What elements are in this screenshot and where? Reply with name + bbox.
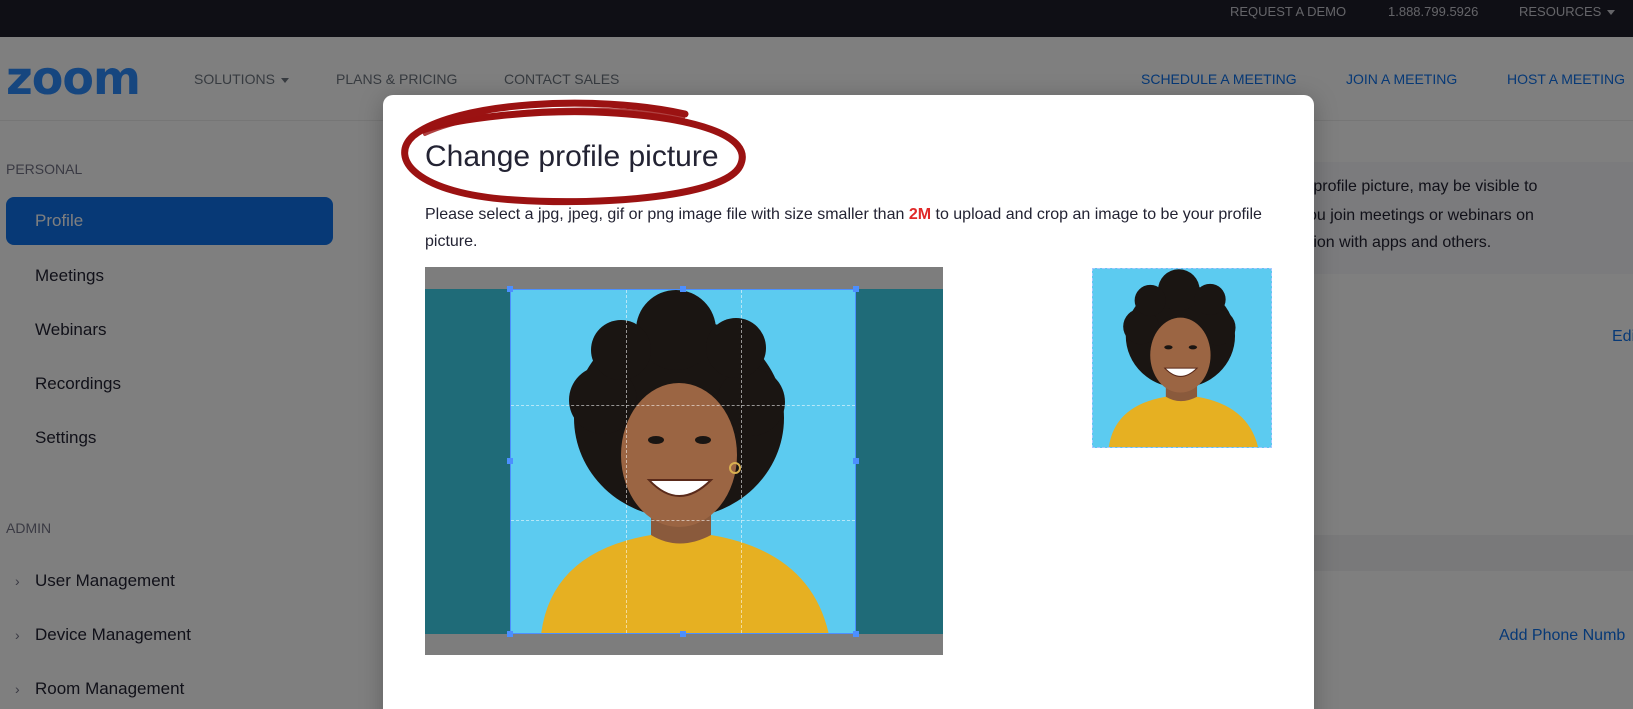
instructions-text: Please select a jpg, jpeg, gif or png im… xyxy=(425,206,909,223)
upload-instructions: Please select a jpg, jpeg, gif or png im… xyxy=(425,201,1285,255)
crop-guide-line xyxy=(626,290,627,633)
crop-guide-line xyxy=(511,405,855,406)
crop-handle-bottom-left[interactable] xyxy=(507,631,513,637)
image-cropper[interactable] xyxy=(425,267,943,655)
portrait-photo xyxy=(511,290,855,633)
crop-handle-bottom[interactable] xyxy=(680,631,686,637)
crop-handle-bottom-right[interactable] xyxy=(853,631,859,637)
crop-selection-box[interactable] xyxy=(510,289,856,634)
crop-handle-left[interactable] xyxy=(507,458,513,464)
crop-guide-line xyxy=(511,520,855,521)
size-limit: 2M xyxy=(908,206,932,223)
crop-handle-right[interactable] xyxy=(853,458,859,464)
crop-handle-top[interactable] xyxy=(680,286,686,292)
crop-guide-line xyxy=(741,290,742,633)
avatar-preview-image xyxy=(1093,269,1271,447)
change-profile-picture-dialog: Change profile picture Please select a j… xyxy=(383,95,1314,709)
avatar-preview xyxy=(1092,268,1272,448)
crop-handle-top-left[interactable] xyxy=(507,286,513,292)
crop-handle-top-right[interactable] xyxy=(853,286,859,292)
dialog-title: Change profile picture xyxy=(425,140,719,173)
